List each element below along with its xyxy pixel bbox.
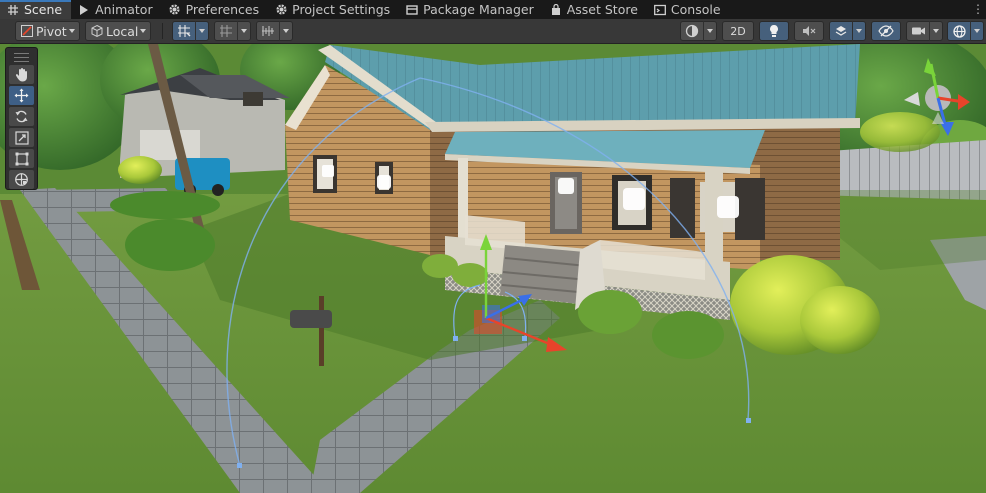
transform-icon: [14, 172, 29, 187]
grid-snap-icon: [177, 24, 192, 38]
move-tool[interactable]: [9, 86, 34, 105]
tab-label: Scene: [24, 2, 63, 17]
gizmo-x-axis[interactable]: [958, 94, 970, 110]
pivot-dropdown[interactable]: Pivot: [15, 21, 80, 41]
cube-icon: [90, 24, 104, 38]
package-icon: [405, 3, 419, 17]
snap-settings-toggle[interactable]: [256, 21, 280, 41]
pivot-icon: [20, 24, 34, 38]
hand-tool[interactable]: [9, 65, 34, 84]
grid-icon: [6, 3, 20, 17]
tab-scene[interactable]: Scene: [0, 0, 72, 19]
increment-snap-dropdown[interactable]: [237, 21, 251, 41]
move-icon: [14, 88, 29, 103]
eye-slash-icon: [878, 25, 894, 37]
tab-label: Asset Store: [566, 2, 638, 17]
chevron-down-icon: [707, 29, 713, 33]
tab-project-settings[interactable]: Project Settings: [268, 0, 399, 19]
snap-settings-dropdown[interactable]: [279, 21, 293, 41]
hand-icon: [15, 67, 29, 82]
draw-mode-button[interactable]: [680, 21, 704, 41]
gear-icon: [274, 3, 288, 17]
animator-icon: [77, 3, 91, 17]
audio-toggle[interactable]: [794, 21, 824, 41]
chevron-down-icon: [974, 29, 980, 33]
window-tab-bar: Scene Animator Preferences Project Setti…: [0, 0, 986, 19]
console-icon: [653, 3, 667, 17]
chevron-down-icon: [241, 29, 247, 33]
chevron-down-icon: [69, 29, 75, 33]
lightbulb-icon: [768, 24, 780, 38]
gizmo-globe-icon: [952, 24, 967, 39]
local-global-dropdown[interactable]: Local: [85, 21, 151, 41]
scale-tool[interactable]: [9, 128, 34, 147]
gear-icon: [168, 3, 182, 17]
pivot-label: Pivot: [36, 23, 67, 39]
toolbar-separator: [162, 23, 163, 39]
window-menu-kebab-icon[interactable]: ⋮: [972, 2, 984, 16]
tab-asset-store[interactable]: Asset Store: [543, 0, 647, 19]
chevron-down-icon: [283, 29, 289, 33]
local-label: Local: [106, 23, 139, 39]
palette-grip-icon[interactable]: [14, 53, 29, 62]
camera-icon: [911, 25, 926, 37]
rotate-icon: [14, 109, 29, 124]
2d-label: 2D: [730, 24, 746, 38]
gizmos-toggle[interactable]: [947, 21, 971, 41]
chevron-down-icon: [199, 29, 205, 33]
tab-console[interactable]: Console: [647, 0, 730, 19]
tab-label: Project Settings: [292, 2, 391, 17]
scene-toolbar: Pivot Local 2D: [0, 19, 986, 44]
chevron-down-icon: [856, 29, 862, 33]
snap-increment-icon: [261, 24, 276, 38]
tool-palette: [5, 47, 38, 190]
increment-snap-toggle[interactable]: [214, 21, 238, 41]
shading-mode-icon: [685, 24, 699, 38]
hidden-objects-toggle[interactable]: [871, 21, 901, 41]
increment-snap-icon: [219, 24, 234, 38]
effects-dropdown[interactable]: [852, 21, 866, 41]
store-icon: [549, 3, 563, 17]
lighting-toggle[interactable]: [759, 21, 789, 41]
rotate-tool[interactable]: [9, 107, 34, 126]
tab-label: Preferences: [185, 2, 260, 17]
tab-label: Animator: [95, 2, 153, 17]
effects-toggle[interactable]: [829, 21, 853, 41]
camera-settings-button[interactable]: [906, 21, 930, 41]
chevron-down-icon: [140, 29, 146, 33]
rect-icon: [15, 152, 29, 166]
rect-tool[interactable]: [9, 149, 34, 168]
gizmo-z-axis[interactable]: [940, 122, 954, 136]
tab-package-manager[interactable]: Package Manager: [399, 0, 543, 19]
grid-snap-toggle[interactable]: [172, 21, 196, 41]
orientation-gizmo[interactable]: [898, 58, 978, 138]
scene-render: [0, 44, 986, 493]
gizmo-y-axis[interactable]: [924, 58, 936, 76]
gizmo-neg-x-axis[interactable]: [904, 92, 920, 106]
camera-settings-dropdown[interactable]: [929, 21, 943, 41]
chevron-down-icon: [933, 29, 939, 33]
scale-icon: [14, 130, 29, 145]
effects-layers-icon: [834, 24, 848, 38]
tab-animator[interactable]: Animator: [71, 0, 161, 19]
gizmos-dropdown[interactable]: [970, 21, 984, 41]
scene-viewport[interactable]: [0, 44, 986, 493]
2d-mode-toggle[interactable]: 2D: [722, 21, 754, 41]
speaker-muted-icon: [802, 25, 816, 37]
tab-label: Console: [670, 2, 721, 17]
draw-mode-dropdown[interactable]: [703, 21, 717, 41]
grid-snap-dropdown[interactable]: [195, 21, 209, 41]
tab-label: Package Manager: [423, 2, 534, 17]
tab-preferences[interactable]: Preferences: [162, 0, 269, 19]
transform-tool[interactable]: [9, 170, 34, 189]
